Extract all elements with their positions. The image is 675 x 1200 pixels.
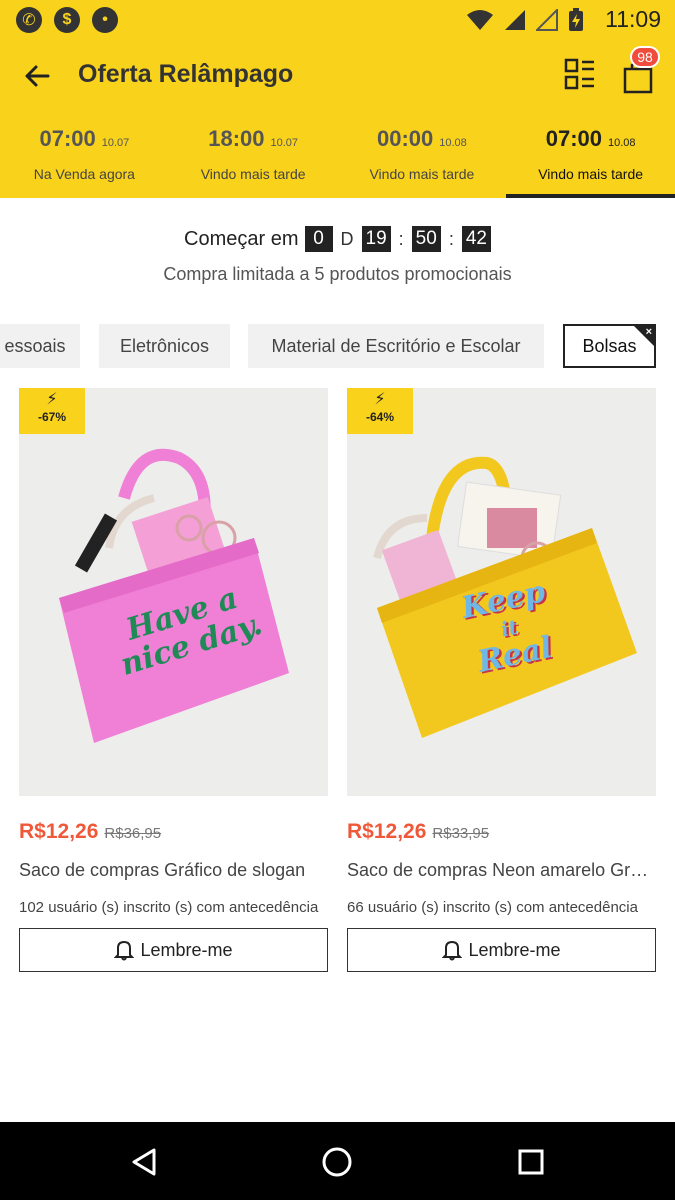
grid-menu-icon[interactable]	[562, 56, 598, 92]
remind-me-button[interactable]: Lembre-me	[19, 928, 328, 972]
close-icon[interactable]: ×	[646, 326, 652, 338]
lightning-icon: ⚡	[46, 391, 58, 408]
timeslot-date: 10.08	[608, 137, 636, 149]
timeslot-label: Vindo mais tarde	[369, 166, 475, 182]
sale-price: R$12,26	[347, 820, 427, 843]
bag-slogan: Keep it Real	[458, 574, 560, 681]
signal-alt-icon	[536, 9, 558, 31]
original-price: R$36,95	[104, 825, 162, 842]
timeslot-label: Vindo mais tarde	[200, 166, 306, 182]
back-arrow-icon[interactable]	[18, 56, 58, 96]
whatsapp-icon: ✆	[16, 7, 42, 33]
countdown-seconds: 42	[461, 226, 491, 252]
battery-charging-icon	[569, 8, 583, 31]
status-time: 11:09	[605, 6, 661, 32]
bell-icon	[114, 940, 135, 961]
discount-badge: ⚡ -67%	[19, 388, 85, 434]
dollar-icon: $	[54, 7, 80, 33]
timeslot-date: 10.07	[101, 137, 130, 149]
status-right-icons	[466, 8, 584, 32]
product-card[interactable]: ⚡ -67% Have a nice day. R$12,26 R$36,95 …	[19, 388, 328, 972]
remind-me-label: Lembre-me	[468, 939, 561, 960]
countdown-separator: :	[398, 228, 404, 249]
countdown-hours: 19	[361, 226, 391, 252]
price-row: R$12,26 R$33,95	[347, 820, 656, 846]
timeslot-tabs: 07:00 10.07 Na Venda agora 18:00 10.07 Vin…	[0, 118, 675, 198]
timeslot-tab[interactable]: 18:00 10.07 Vindo mais tarde	[169, 118, 338, 198]
countdown-days-label: D	[340, 228, 354, 249]
discount-badge: ⚡ -64%	[347, 388, 413, 434]
system-nav-bar	[0, 1122, 675, 1200]
sale-price: R$12,26	[19, 820, 99, 843]
header: ✆ $ • 11:09 Oferta Relâmpago 98 07:00 10.…	[0, 0, 675, 198]
timeslot-date: 10.07	[270, 137, 299, 149]
timeslot-label: Na Venda agora	[33, 166, 135, 182]
countdown-separator: :	[448, 228, 454, 249]
remind-me-label: Lembre-me	[140, 939, 233, 960]
status-bar: ✆ $ • 11:09	[0, 0, 675, 40]
page-title: Oferta Relâmpago	[78, 60, 294, 88]
timeslot-tab[interactable]: 00:00 10.08 Vindo mais tarde	[338, 118, 507, 198]
product-image[interactable]: ⚡ -67% Have a nice day.	[19, 388, 328, 796]
timeslot-time: 07:00 10.08	[545, 126, 636, 151]
home-circle-icon[interactable]	[317, 1142, 357, 1182]
cart-count-badge: 98	[630, 46, 660, 68]
subscribers-count: 102 usuário (s) inscrito (s) com anteced…	[19, 899, 319, 916]
countdown: Começar em 0 D 19 : 50 : 42	[0, 226, 675, 252]
countdown-minutes: 50	[411, 226, 441, 252]
category-chip[interactable]: Material de Escritório e Escolar	[248, 324, 544, 368]
timeslot-tab-active[interactable]: 07:00 10.08 Vindo mais tarde	[506, 118, 675, 198]
back-triangle-icon[interactable]	[124, 1142, 164, 1182]
category-chip-active[interactable]: Bolsas ×	[563, 324, 656, 368]
signal-icon	[505, 10, 525, 30]
original-price: R$33,95	[432, 825, 490, 842]
discount-value: -67%	[37, 410, 66, 424]
timeslot-label: Vindo mais tarde	[538, 166, 644, 182]
subscribers-count: 66 usuário (s) inscrito (s) com antecedê…	[347, 899, 638, 916]
timeslot-time: 18:00 10.07	[208, 126, 299, 151]
notification-icon: •	[92, 7, 118, 33]
bell-icon	[442, 940, 463, 961]
recents-square-icon[interactable]	[511, 1142, 551, 1182]
purchase-limit-text: Compra limitada a 5 produtos promocionai…	[163, 264, 512, 284]
timeslot-time: 00:00 10.08	[376, 126, 467, 151]
product-card[interactable]: ⚡ -64% Keep it Real R$12,26 R$33,95 Saco…	[347, 388, 656, 972]
countdown-days: 0	[304, 226, 333, 252]
price-row: R$12,26 R$36,95	[19, 820, 328, 846]
wifi-icon	[467, 10, 493, 30]
timeslot-tab[interactable]: 07:00 10.07 Na Venda agora	[0, 118, 169, 198]
title-bar: Oferta Relâmpago	[0, 44, 675, 108]
product-name[interactable]: Saco de compras Gráfico de slogan	[19, 860, 328, 881]
countdown-prefix: Começar em	[184, 227, 299, 250]
category-label: Bolsas	[582, 335, 637, 356]
timeslot-time: 07:00 10.07	[39, 126, 130, 151]
product-name[interactable]: Saco de compras Neon amarelo Gráfico	[347, 860, 656, 881]
category-chip[interactable]: essoais	[0, 324, 80, 368]
lightning-icon: ⚡	[374, 391, 386, 408]
remind-me-button[interactable]: Lembre-me	[347, 928, 656, 972]
pink-tote-bag-illustration	[19, 388, 328, 796]
timeslot-date: 10.08	[439, 137, 467, 149]
category-chips: essoais Eletrônicos Material de Escritór…	[0, 324, 675, 368]
discount-value: -64%	[365, 410, 394, 424]
category-chip[interactable]: Eletrônicos	[99, 324, 230, 368]
product-image[interactable]: ⚡ -64% Keep it Real	[347, 388, 656, 796]
